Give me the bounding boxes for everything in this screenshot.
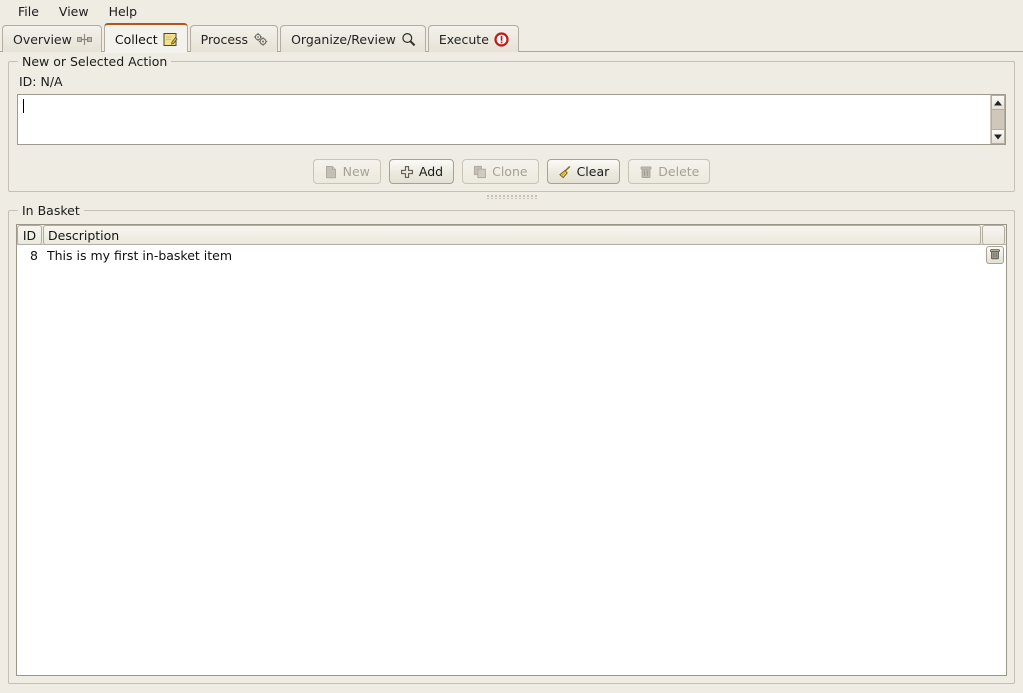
scroll-up-button[interactable] xyxy=(991,95,1005,110)
stop-alert-icon xyxy=(494,31,509,47)
table-row[interactable]: 8 This is my first in-basket item xyxy=(17,245,1006,265)
scrollbar-thumb[interactable] xyxy=(991,110,1005,129)
action-button-row: New Add Clone Clear Delete xyxy=(9,159,1014,184)
column-header-actions[interactable] xyxy=(982,225,1005,245)
add-button-label: Add xyxy=(418,164,444,179)
text-caret xyxy=(23,99,24,113)
clear-button[interactable]: Clear xyxy=(546,159,621,184)
table-header-row: ID Description xyxy=(17,225,1006,245)
column-header-description[interactable]: Description xyxy=(43,225,981,245)
in-basket-title: In Basket xyxy=(18,203,84,218)
row-delete-button[interactable] xyxy=(985,246,1004,264)
copy-icon xyxy=(473,165,487,179)
tab-process[interactable]: Process xyxy=(189,25,279,52)
delete-button-label: Delete xyxy=(658,164,700,179)
action-description-input[interactable] xyxy=(18,95,990,144)
network-node-icon xyxy=(76,32,92,47)
cell-description: This is my first in-basket item xyxy=(47,247,233,263)
action-textarea-wrap xyxy=(17,94,1006,145)
trash-icon xyxy=(989,248,1001,263)
content-area: New or Selected Action ID: N/A New Add C… xyxy=(0,52,1023,693)
menu-bar: File View Help xyxy=(0,0,1023,23)
clear-button-label: Clear xyxy=(576,164,610,179)
delete-button[interactable]: Delete xyxy=(628,159,711,184)
magnifier-icon xyxy=(401,32,416,47)
clone-button-label: Clone xyxy=(492,164,528,179)
action-textarea-scrollbar[interactable] xyxy=(990,95,1005,144)
in-basket-table: ID Description 8 This is my first in-bas… xyxy=(16,224,1007,676)
new-document-icon xyxy=(324,165,338,179)
panel-splitter[interactable] xyxy=(8,192,1015,201)
tab-organize-review[interactable]: Organize/Review xyxy=(280,25,426,52)
new-button[interactable]: New xyxy=(312,159,381,184)
new-or-selected-action-group: New or Selected Action ID: N/A New Add C… xyxy=(8,54,1015,192)
column-header-id[interactable]: ID xyxy=(17,225,42,245)
clone-button[interactable]: Clone xyxy=(462,159,539,184)
table-body: 8 This is my first in-basket item xyxy=(17,245,1006,675)
menu-file[interactable]: File xyxy=(8,2,49,22)
chevron-up-icon xyxy=(994,100,1002,105)
gears-icon xyxy=(253,32,268,47)
tab-collect-label: Collect xyxy=(114,31,158,47)
action-id-label: ID: N/A xyxy=(19,74,63,89)
tab-process-label: Process xyxy=(200,31,249,47)
add-button[interactable]: Add xyxy=(388,159,455,184)
chevron-down-icon xyxy=(994,134,1002,139)
menu-help[interactable]: Help xyxy=(99,2,148,22)
cell-actions xyxy=(983,246,1006,264)
tab-collect[interactable]: Collect xyxy=(103,23,188,53)
tab-bar: Overview Collect Process Organize/Review… xyxy=(0,23,1023,53)
tab-organize-review-label: Organize/Review xyxy=(291,31,396,47)
menu-view[interactable]: View xyxy=(49,2,99,22)
action-group-title: New or Selected Action xyxy=(18,54,172,69)
tab-execute-label: Execute xyxy=(438,31,489,47)
scroll-down-button[interactable] xyxy=(991,129,1005,144)
note-pencil-icon xyxy=(163,32,178,47)
broom-icon xyxy=(558,165,572,179)
tab-overview[interactable]: Overview xyxy=(2,25,102,52)
splitter-grip xyxy=(486,195,537,199)
trash-icon xyxy=(639,165,653,179)
in-basket-group: In Basket ID Description 8 This is my fi… xyxy=(8,203,1015,684)
tab-execute[interactable]: Execute xyxy=(427,25,519,52)
tab-overview-label: Overview xyxy=(13,31,72,47)
plus-icon xyxy=(400,165,414,179)
cell-id: 8 xyxy=(30,247,38,263)
new-button-label: New xyxy=(342,164,370,179)
